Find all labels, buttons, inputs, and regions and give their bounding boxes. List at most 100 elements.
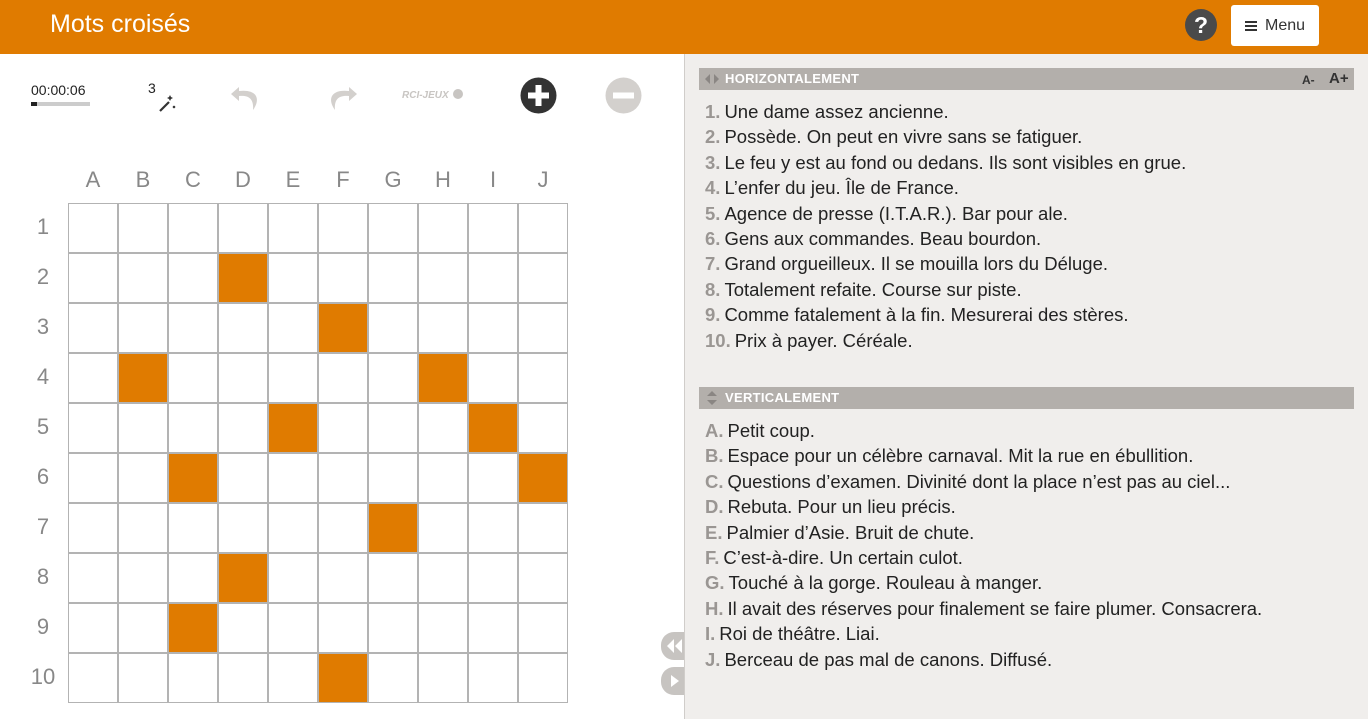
grid-cell[interactable] bbox=[468, 603, 518, 653]
grid-cell[interactable] bbox=[468, 553, 518, 603]
vertical-clue[interactable]: E. Palmier d’Asie. Bruit de chute. bbox=[705, 522, 974, 544]
zoom-in-icon[interactable] bbox=[520, 77, 557, 114]
horizontal-clue[interactable]: 10. Prix à payer. Céréale. bbox=[705, 330, 913, 352]
grid-cell[interactable] bbox=[368, 653, 418, 703]
grid-cell[interactable] bbox=[118, 603, 168, 653]
grid-cell[interactable] bbox=[518, 353, 568, 403]
grid-cell[interactable] bbox=[118, 203, 168, 253]
grid-cell[interactable] bbox=[118, 403, 168, 453]
grid-cell[interactable] bbox=[168, 503, 218, 553]
grid-cell[interactable] bbox=[118, 503, 168, 553]
grid-cell[interactable] bbox=[68, 553, 118, 603]
grid-cell[interactable] bbox=[218, 603, 268, 653]
horizontal-clue[interactable]: 9. Comme fatalement à la fin. Mesurerai d… bbox=[705, 304, 1129, 326]
grid-cell[interactable] bbox=[68, 303, 118, 353]
horizontal-clue[interactable]: 4. L’enfer du jeu. Île de France. bbox=[705, 177, 959, 199]
horizontal-clue[interactable]: 8. Totalement refaite. Course sur piste. bbox=[705, 279, 1022, 301]
grid-cell[interactable] bbox=[118, 653, 168, 703]
grid-cell[interactable] bbox=[68, 503, 118, 553]
grid-cell[interactable] bbox=[218, 503, 268, 553]
grid-cell[interactable] bbox=[68, 253, 118, 303]
grid-cell[interactable] bbox=[468, 203, 518, 253]
grid-cell[interactable] bbox=[218, 653, 268, 703]
magic-wand-icon[interactable] bbox=[156, 92, 178, 114]
grid-cell[interactable] bbox=[268, 253, 318, 303]
grid-cell[interactable] bbox=[318, 503, 368, 553]
grid-cell[interactable] bbox=[468, 653, 518, 703]
grid-cell[interactable] bbox=[318, 203, 368, 253]
grid-cell[interactable] bbox=[468, 453, 518, 503]
grid-cell[interactable] bbox=[518, 303, 568, 353]
vertical-clue[interactable]: G. Touché à la gorge. Rouleau à manger. bbox=[705, 572, 1042, 594]
grid-cell[interactable] bbox=[318, 453, 368, 503]
grid-cell[interactable] bbox=[518, 503, 568, 553]
grid-cell[interactable] bbox=[318, 553, 368, 603]
grid-cell[interactable] bbox=[368, 453, 418, 503]
grid-cell[interactable] bbox=[218, 303, 268, 353]
vertical-clue[interactable]: D. Rebuta. Pour un lieu précis. bbox=[705, 496, 956, 518]
grid-cell[interactable] bbox=[218, 403, 268, 453]
grid-cell[interactable] bbox=[218, 353, 268, 403]
grid-cell[interactable] bbox=[368, 353, 418, 403]
grid-cell[interactable] bbox=[68, 603, 118, 653]
grid-cell[interactable] bbox=[468, 303, 518, 353]
grid-cell[interactable] bbox=[418, 453, 468, 503]
grid-cell[interactable] bbox=[368, 603, 418, 653]
grid-cell[interactable] bbox=[318, 253, 368, 303]
grid-cell[interactable] bbox=[368, 553, 418, 603]
grid-cell[interactable] bbox=[268, 553, 318, 603]
grid-cell[interactable] bbox=[368, 203, 418, 253]
grid-cell[interactable] bbox=[418, 503, 468, 553]
vertical-clue[interactable]: I. Roi de théâtre. Liai. bbox=[705, 623, 880, 645]
horizontal-clue[interactable]: 1. Une dame assez ancienne. bbox=[705, 101, 949, 123]
horizontal-clue[interactable]: 5. Agence de presse (I.T.A.R.). Bar pour … bbox=[705, 203, 1068, 225]
grid-cell[interactable] bbox=[468, 353, 518, 403]
grid-cell[interactable] bbox=[118, 303, 168, 353]
grid-cell[interactable] bbox=[518, 603, 568, 653]
grid-cell[interactable] bbox=[518, 253, 568, 303]
grid-cell[interactable] bbox=[168, 353, 218, 403]
horizontal-clue[interactable]: 3. Le feu y est au fond ou dedans. Ils so… bbox=[705, 152, 1186, 174]
grid-cell[interactable] bbox=[268, 503, 318, 553]
grid-cell[interactable] bbox=[418, 403, 468, 453]
menu-button[interactable]: Menu bbox=[1231, 5, 1319, 46]
vertical-clue[interactable]: F. C’est-à-dire. Un certain culot. bbox=[705, 547, 963, 569]
grid-cell[interactable] bbox=[368, 253, 418, 303]
grid-cell[interactable] bbox=[418, 553, 468, 603]
horizontal-clue[interactable]: 6. Gens aux commandes. Beau bourdon. bbox=[705, 228, 1041, 250]
grid-cell[interactable] bbox=[68, 653, 118, 703]
grid-cell[interactable] bbox=[468, 503, 518, 553]
vertical-clue[interactable]: J. Berceau de pas mal de canons. Diffusé. bbox=[705, 649, 1052, 671]
grid-cell[interactable] bbox=[418, 303, 468, 353]
grid-cell[interactable] bbox=[468, 253, 518, 303]
redo-icon[interactable] bbox=[323, 79, 359, 113]
grid-cell[interactable] bbox=[418, 603, 468, 653]
grid-cell[interactable] bbox=[168, 253, 218, 303]
zoom-out-icon[interactable] bbox=[605, 77, 642, 114]
grid-cell[interactable] bbox=[118, 453, 168, 503]
grid-cell[interactable] bbox=[418, 203, 468, 253]
grid-cell[interactable] bbox=[218, 203, 268, 253]
font-increase-button[interactable]: A+ bbox=[1329, 68, 1349, 90]
grid-cell[interactable] bbox=[68, 403, 118, 453]
vertical-clue[interactable]: C. Questions d’examen. Divinité dont la p… bbox=[705, 471, 1230, 493]
grid-cell[interactable] bbox=[68, 353, 118, 403]
grid-cell[interactable] bbox=[168, 403, 218, 453]
grid-cell[interactable] bbox=[518, 403, 568, 453]
grid-cell[interactable] bbox=[268, 303, 318, 353]
grid-cell[interactable] bbox=[118, 553, 168, 603]
grid-cell[interactable] bbox=[418, 653, 468, 703]
grid-cell[interactable] bbox=[518, 553, 568, 603]
grid-cell[interactable] bbox=[68, 453, 118, 503]
vertical-clue[interactable]: H. Il avait des réserves pour finalement … bbox=[705, 598, 1262, 620]
grid-cell[interactable] bbox=[168, 653, 218, 703]
grid-cell[interactable] bbox=[168, 203, 218, 253]
horizontal-clue[interactable]: 2. Possède. On peut en vivre sans se fati… bbox=[705, 126, 1082, 148]
grid-cell[interactable] bbox=[118, 253, 168, 303]
grid-cell[interactable] bbox=[418, 253, 468, 303]
grid-cell[interactable] bbox=[268, 603, 318, 653]
grid-cell[interactable] bbox=[268, 453, 318, 503]
grid-cell[interactable] bbox=[168, 553, 218, 603]
help-button[interactable]: ? bbox=[1185, 9, 1217, 41]
grid-cell[interactable] bbox=[518, 203, 568, 253]
